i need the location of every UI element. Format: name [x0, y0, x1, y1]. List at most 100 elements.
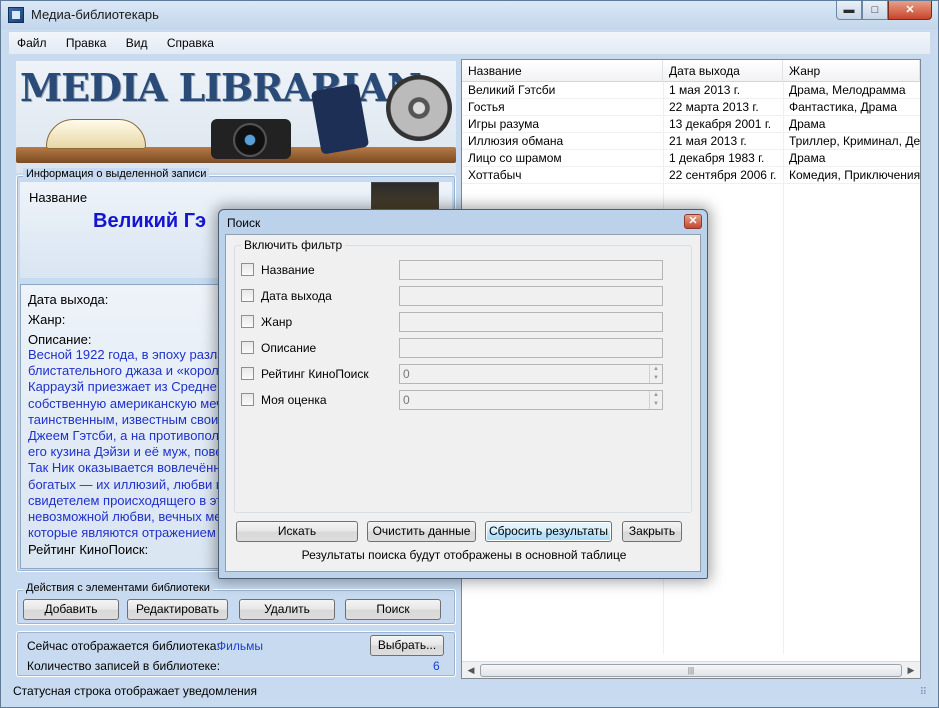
title-bar[interactable]: Медиа-библиотекарь ▬ □ ✕: [1, 1, 938, 29]
cell-date: 1 мая 2013 г.: [669, 83, 741, 97]
kinopoisk-rating-label: Рейтинг КиноПоиск:: [28, 542, 149, 557]
window-controls: ▬ □ ✕: [836, 1, 932, 20]
table-row[interactable]: Гостья 22 марта 2013 г. Фантастика, Драм…: [462, 99, 920, 116]
status-bar: Статусная строка отображает уведомления …: [9, 681, 930, 701]
name-label: Название: [29, 190, 88, 205]
close-button[interactable]: ✕: [888, 1, 932, 20]
cell-title: Иллюзия обмана: [468, 134, 564, 148]
search-dialog: Поиск ✕ Включить фильтр Название Дата вы…: [218, 209, 708, 579]
cell-title: Игры разума: [468, 117, 540, 131]
cell-title: Великий Гэтсби: [468, 83, 556, 97]
cell-date: 21 мая 2013 г.: [669, 134, 747, 148]
filter-kinopoisk-label: Рейтинг КиноПоиск: [261, 367, 369, 381]
record-count-label: Количество записей в библиотеке:: [27, 659, 221, 673]
column-header-date[interactable]: Дата выхода: [663, 60, 783, 82]
current-library-group: Сейчас отображается библиотека: Фильмы В…: [16, 631, 456, 677]
filter-title-input[interactable]: [399, 260, 663, 280]
spin-up-icon[interactable]: ▲: [650, 365, 662, 374]
table-row[interactable]: Иллюзия обмана 21 мая 2013 г. Триллер, К…: [462, 133, 920, 150]
minimize-button[interactable]: ▬: [836, 1, 862, 20]
filter-genre-label: Жанр: [261, 315, 293, 329]
search-dialog-title: Поиск: [227, 216, 261, 230]
spin-down-icon[interactable]: ▼: [650, 400, 662, 409]
table-row[interactable]: Великий Гэтсби 1 мая 2013 г. Драма, Мело…: [462, 82, 920, 99]
cell-date: 22 марта 2013 г.: [669, 100, 759, 114]
filter-description-input[interactable]: [399, 338, 663, 358]
my-rating-spinner[interactable]: ▲ ▼: [649, 391, 662, 409]
filter-row-genre: Жанр: [235, 312, 691, 332]
cell-title: Гостья: [468, 100, 505, 114]
cell-date: 1 декабря 1983 г.: [669, 151, 765, 165]
current-library-value: Фильмы: [217, 639, 263, 653]
spin-up-icon[interactable]: ▲: [650, 391, 662, 400]
scroll-thumb[interactable]: |||: [480, 664, 902, 677]
filter-my-rating-checkbox[interactable]: [241, 393, 254, 406]
info-group-label: Информация о выделенной записи: [23, 168, 210, 180]
scroll-left-icon[interactable]: ◀: [464, 664, 478, 677]
filter-date-checkbox[interactable]: [241, 289, 254, 302]
release-date-label: Дата выхода:: [28, 292, 109, 307]
cell-title: Лицо со шрамом: [468, 151, 562, 165]
filter-row-my-rating: Моя оценка ▲ ▼: [235, 390, 691, 410]
menu-help[interactable]: Справка: [159, 32, 222, 50]
genre-label: Жанр:: [28, 312, 66, 327]
close-dialog-button[interactable]: Закрыть: [622, 521, 682, 542]
media-librarian-banner: MEDIA LIBRARIAN: [16, 61, 456, 173]
filter-my-rating-input[interactable]: [399, 390, 663, 410]
edit-button[interactable]: Редактировать: [127, 599, 228, 620]
window-title: Медиа-библиотекарь: [31, 7, 159, 22]
current-library-label: Сейчас отображается библиотека:: [27, 639, 220, 653]
add-button[interactable]: Добавить: [23, 599, 119, 620]
table-row[interactable]: Игры разума 13 декабря 2001 г. Драма: [462, 116, 920, 133]
filter-group: Включить фильтр Название Дата выхода Жан…: [234, 238, 692, 513]
cell-genre: Фантастика, Драма: [789, 100, 897, 114]
filter-title-checkbox[interactable]: [241, 263, 254, 276]
filter-kinopoisk-input[interactable]: [399, 364, 663, 384]
search-results-note: Результаты поиска будут отображены в осн…: [301, 548, 627, 562]
filter-genre-input[interactable]: [399, 312, 663, 332]
clear-data-button[interactable]: Очистить данные: [367, 521, 476, 542]
search-dialog-body: Включить фильтр Название Дата выхода Жан…: [225, 234, 701, 572]
film-reel-graphic: [386, 75, 452, 141]
filter-date-input[interactable]: [399, 286, 663, 306]
kinopoisk-spinner[interactable]: ▲ ▼: [649, 365, 662, 383]
filter-row-date: Дата выхода: [235, 286, 691, 306]
search-button[interactable]: Поиск: [345, 599, 441, 620]
filter-description-checkbox[interactable]: [241, 341, 254, 354]
column-header-title[interactable]: Название: [462, 60, 663, 82]
maximize-button[interactable]: □: [862, 1, 888, 20]
book-graphic: [46, 119, 146, 149]
table-row[interactable]: Хоттабыч 22 сентября 2006 г. Комедия, Пр…: [462, 167, 920, 184]
resize-grip-icon[interactable]: ⠿: [920, 687, 927, 698]
spin-down-icon[interactable]: ▼: [650, 374, 662, 383]
cell-genre: Драма: [789, 151, 826, 165]
delete-button[interactable]: Удалить: [239, 599, 335, 620]
table-row[interactable]: Лицо со шрамом 1 декабря 1983 г. Драма: [462, 150, 920, 167]
do-search-button[interactable]: Искать: [236, 521, 358, 542]
record-count-value: 6: [433, 659, 440, 673]
menu-edit[interactable]: Правка: [58, 32, 115, 50]
horizontal-scrollbar[interactable]: ◀ ||| ▶: [462, 661, 920, 678]
filter-kinopoisk-checkbox[interactable]: [241, 367, 254, 380]
filter-row-kinopoisk-rating: Рейтинг КиноПоиск ▲ ▼: [235, 364, 691, 384]
filter-genre-checkbox[interactable]: [241, 315, 254, 328]
menu-bar: Файл Правка Вид Справка: [9, 32, 930, 54]
menu-view[interactable]: Вид: [118, 32, 156, 50]
search-dialog-close-button[interactable]: ✕: [684, 214, 702, 229]
scroll-right-icon[interactable]: ▶: [904, 664, 918, 677]
filter-date-label: Дата выхода: [261, 289, 332, 303]
menu-file[interactable]: Файл: [9, 32, 55, 50]
column-header-genre[interactable]: Жанр: [783, 60, 920, 82]
cell-genre: Драма: [789, 117, 826, 131]
movie-title: Великий Гэ: [93, 210, 207, 232]
filter-description-label: Описание: [261, 341, 317, 355]
status-text: Статусная строка отображает уведомления: [13, 684, 257, 698]
camera-graphic: [211, 119, 291, 159]
reset-results-button[interactable]: Сбросить результаты: [485, 521, 612, 542]
library-actions-group: Действия с элементами библиотеки Добавит…: [16, 582, 456, 625]
actions-group-label: Действия с элементами библиотеки: [23, 582, 213, 594]
filter-row-title: Название: [235, 260, 691, 280]
cell-genre: Триллер, Криминал, Детек: [789, 134, 920, 148]
filter-group-label: Включить фильтр: [241, 238, 346, 252]
choose-library-button[interactable]: Выбрать...: [370, 635, 444, 656]
